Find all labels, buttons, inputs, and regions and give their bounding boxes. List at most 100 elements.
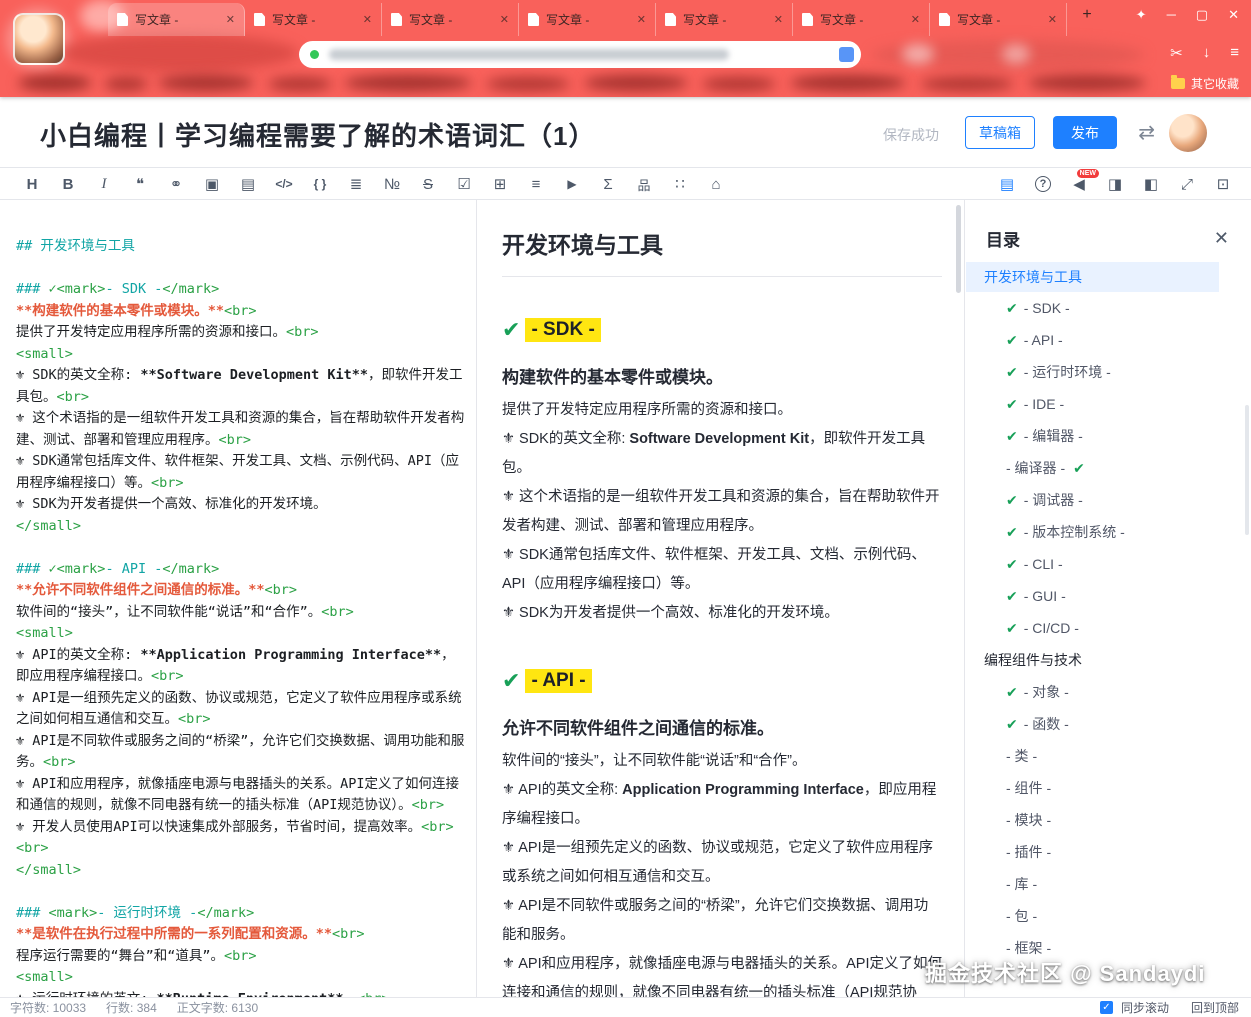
editor-line[interactable]: **允许不同软件组件之间通信的标准。**<br> <box>16 580 466 602</box>
editor-line[interactable]: **是软件在执行过程中所需的一系列配置和资源。**<br> <box>16 924 466 946</box>
tab-close-icon[interactable]: ✕ <box>363 13 372 26</box>
editor-line[interactable]: 程序运行需要的“舞台”和“道具”。<br> <box>16 946 466 968</box>
sync-scroll-checkbox[interactable]: ✓ <box>1100 1001 1113 1014</box>
editor-line[interactable]: ### ✓<mark>- SDK -</mark> <box>16 279 466 301</box>
quote-icon[interactable]: ❝ <box>122 168 158 200</box>
editor-line[interactable]: ⚜ API和应用程序，就像插座电源与电器插头的关系。API定义了如何连接和通信的… <box>16 774 466 817</box>
editor-line[interactable]: 提供了开发特定应用程序所需的资源和接口。<br> <box>16 322 466 344</box>
image-icon[interactable]: ▣ <box>194 168 230 200</box>
toc-item[interactable]: - 模块 - <box>966 804 1251 836</box>
scissors-icon[interactable]: ✂ <box>1170 44 1183 62</box>
close-icon[interactable]: ✕ <box>1228 7 1239 23</box>
resource-icon[interactable]: ⌂ <box>698 168 734 200</box>
docs-icon[interactable]: ▤ <box>989 168 1025 200</box>
toc-item[interactable]: ✔- 函数 - <box>966 708 1251 740</box>
toc-item[interactable]: 编程组件与技术 <box>966 644 1251 676</box>
tab-close-icon[interactable]: ✕ <box>1048 13 1057 26</box>
bold-icon[interactable]: B <box>50 168 86 200</box>
swap-panes-icon[interactable]: ⇄ <box>1138 120 1155 145</box>
tab-close-icon[interactable]: ✕ <box>774 13 783 26</box>
task-list-icon[interactable]: ☑ <box>446 168 482 200</box>
heading-icon[interactable]: H <box>14 168 50 200</box>
address-bar[interactable] <box>299 41 861 68</box>
toc-item[interactable]: - 类 - <box>966 740 1251 772</box>
editor-line[interactable] <box>16 881 466 903</box>
video-icon[interactable]: ▶ <box>554 168 590 200</box>
editor-line[interactable]: ⚜ 运行时环境的英文: **Runtime Environment**。<br> <box>16 989 466 998</box>
browser-tab[interactable]: 写文章 -✕ <box>656 3 793 36</box>
minimize-icon[interactable]: ─ <box>1167 7 1176 23</box>
help-icon[interactable]: ? <box>1025 168 1061 200</box>
browser-profile-avatar[interactable] <box>13 13 65 65</box>
publish-button[interactable]: 发布 <box>1053 116 1117 149</box>
preview-scrollbar[interactable] <box>956 205 961 293</box>
editor-line[interactable] <box>16 537 466 559</box>
strikethrough-icon[interactable]: S <box>410 168 446 200</box>
editor-line[interactable] <box>16 258 466 280</box>
editor-line[interactable]: ⚜ SDK通常包括库文件、软件框架、开发工具、文档、示例代码、API（应用程序编… <box>16 451 466 494</box>
toc-item[interactable]: ✔- SDK - <box>966 292 1251 324</box>
toc-item[interactable]: ✔- CI/CD - <box>966 612 1251 644</box>
preview-pane[interactable]: 开发环境与工具✔- SDK -构建软件的基本零件或模块。提供了开发特定应用程序所… <box>478 200 965 997</box>
editor-line[interactable]: **构建软件的基本零件或模块。**<br> <box>16 301 466 323</box>
editor-line[interactable]: ⚜ API的英文全称: **Application Programming In… <box>16 645 466 688</box>
browser-tab[interactable]: 写文章 -✕ <box>108 3 245 36</box>
italic-icon[interactable]: I <box>86 168 122 200</box>
toc-item[interactable]: ✔- 运行时环境 - <box>966 356 1251 388</box>
toc-item[interactable]: ✔- API - <box>966 324 1251 356</box>
editor-line[interactable]: 软件间的“接头”，让不同软件能“说话”和“合作”。<br> <box>16 602 466 624</box>
editor-line[interactable]: ⚜ 这个术语指的是一组软件开发工具和资源的集合，旨在帮助软件开发者构建、测试、部… <box>16 408 466 451</box>
editor-line[interactable]: ⚜ API是一组预先定义的函数、协议或规范，它定义了软件应用程序或系统之间如何相… <box>16 688 466 731</box>
pin-icon[interactable]: ✦ <box>1136 7 1147 23</box>
panel-left-icon[interactable]: ◧ <box>1133 168 1169 200</box>
toc-item[interactable]: - 组件 - <box>966 772 1251 804</box>
link-icon[interactable]: ⚭ <box>158 168 194 200</box>
editor-line[interactable]: </small> <box>16 516 466 538</box>
ordered-list-icon[interactable]: № <box>374 168 410 200</box>
address-bar-action-icon[interactable] <box>839 47 854 62</box>
diagram-icon[interactable]: 品 <box>626 168 662 200</box>
present-icon[interactable]: ⊡ <box>1205 168 1241 200</box>
browser-tab[interactable]: 写文章 -✕ <box>245 3 382 36</box>
inline-code-icon[interactable]: </> <box>266 168 302 200</box>
grid-icon[interactable]: ∷ <box>662 168 698 200</box>
toc-item[interactable]: ✔- 编辑器 - <box>966 420 1251 452</box>
tab-close-icon[interactable]: ✕ <box>226 13 235 26</box>
editor-line[interactable]: ## 开发环境与工具 <box>16 236 466 258</box>
editor-line[interactable]: <small> <box>16 967 466 989</box>
toc-item[interactable]: - 库 - <box>966 868 1251 900</box>
toc-item[interactable]: ✔- 版本控制系统 - <box>966 516 1251 548</box>
toc-item[interactable]: ✔- GUI - <box>966 580 1251 612</box>
toc-item[interactable]: ✔- 对象 - <box>966 676 1251 708</box>
maximize-icon[interactable]: ▢ <box>1196 7 1208 23</box>
markdown-editor-pane[interactable]: ## 开发环境与工具 ### ✓<mark>- SDK -</mark>**构建… <box>0 200 477 997</box>
article-title-input[interactable]: 小白编程丨学习编程需要了解的术语词汇（1） <box>40 116 595 153</box>
toc-item[interactable]: 开发环境与工具 <box>966 262 1219 292</box>
editor-line[interactable]: <small> <box>16 623 466 645</box>
toc-item[interactable]: - 插件 - <box>966 836 1251 868</box>
editor-line[interactable]: ### ✓<mark>- API -</mark> <box>16 559 466 581</box>
editor-line[interactable]: ⚜ API是不同软件或服务之间的“桥梁”，允许它们交换数据、调用功能和服务。<b… <box>16 731 466 774</box>
browser-tab[interactable]: 写文章 -✕ <box>793 3 930 36</box>
tab-close-icon[interactable]: ✕ <box>637 13 646 26</box>
toc-item[interactable]: ✔- 调试器 - <box>966 484 1251 516</box>
editor-line[interactable]: ⚜ SDK的英文全称: **Software Development Kit**… <box>16 365 466 408</box>
editor-line[interactable]: ⚜ SDK为开发者提供一个高效、标准化的开发环境。 <box>16 494 466 516</box>
banner-icon[interactable]: ▤ <box>230 168 266 200</box>
download-icon[interactable]: ↓ <box>1203 44 1211 62</box>
editor-line[interactable]: ### <mark>- 运行时环境 -</mark> <box>16 903 466 925</box>
toc-item[interactable]: ✔- CLI - <box>966 548 1251 580</box>
editor-line[interactable]: <small> <box>16 344 466 366</box>
align-icon[interactable]: ≡ <box>518 168 554 200</box>
other-bookmarks[interactable]: 其它收藏 <box>1171 75 1239 92</box>
bullet-list-icon[interactable]: ≣ <box>338 168 374 200</box>
tab-close-icon[interactable]: ✕ <box>911 13 920 26</box>
toc-item[interactable]: ✔- IDE - <box>966 388 1251 420</box>
editor-line[interactable]: </small> <box>16 860 466 882</box>
toc-item[interactable]: - 包 - <box>966 900 1251 932</box>
table-icon[interactable]: ⊞ <box>482 168 518 200</box>
toc-close-icon[interactable]: ✕ <box>1214 228 1229 249</box>
formula-icon[interactable]: Σ <box>590 168 626 200</box>
announcement-icon[interactable]: ◀NEW <box>1061 168 1097 200</box>
fullscreen-icon[interactable]: ⤢ <box>1169 168 1205 200</box>
